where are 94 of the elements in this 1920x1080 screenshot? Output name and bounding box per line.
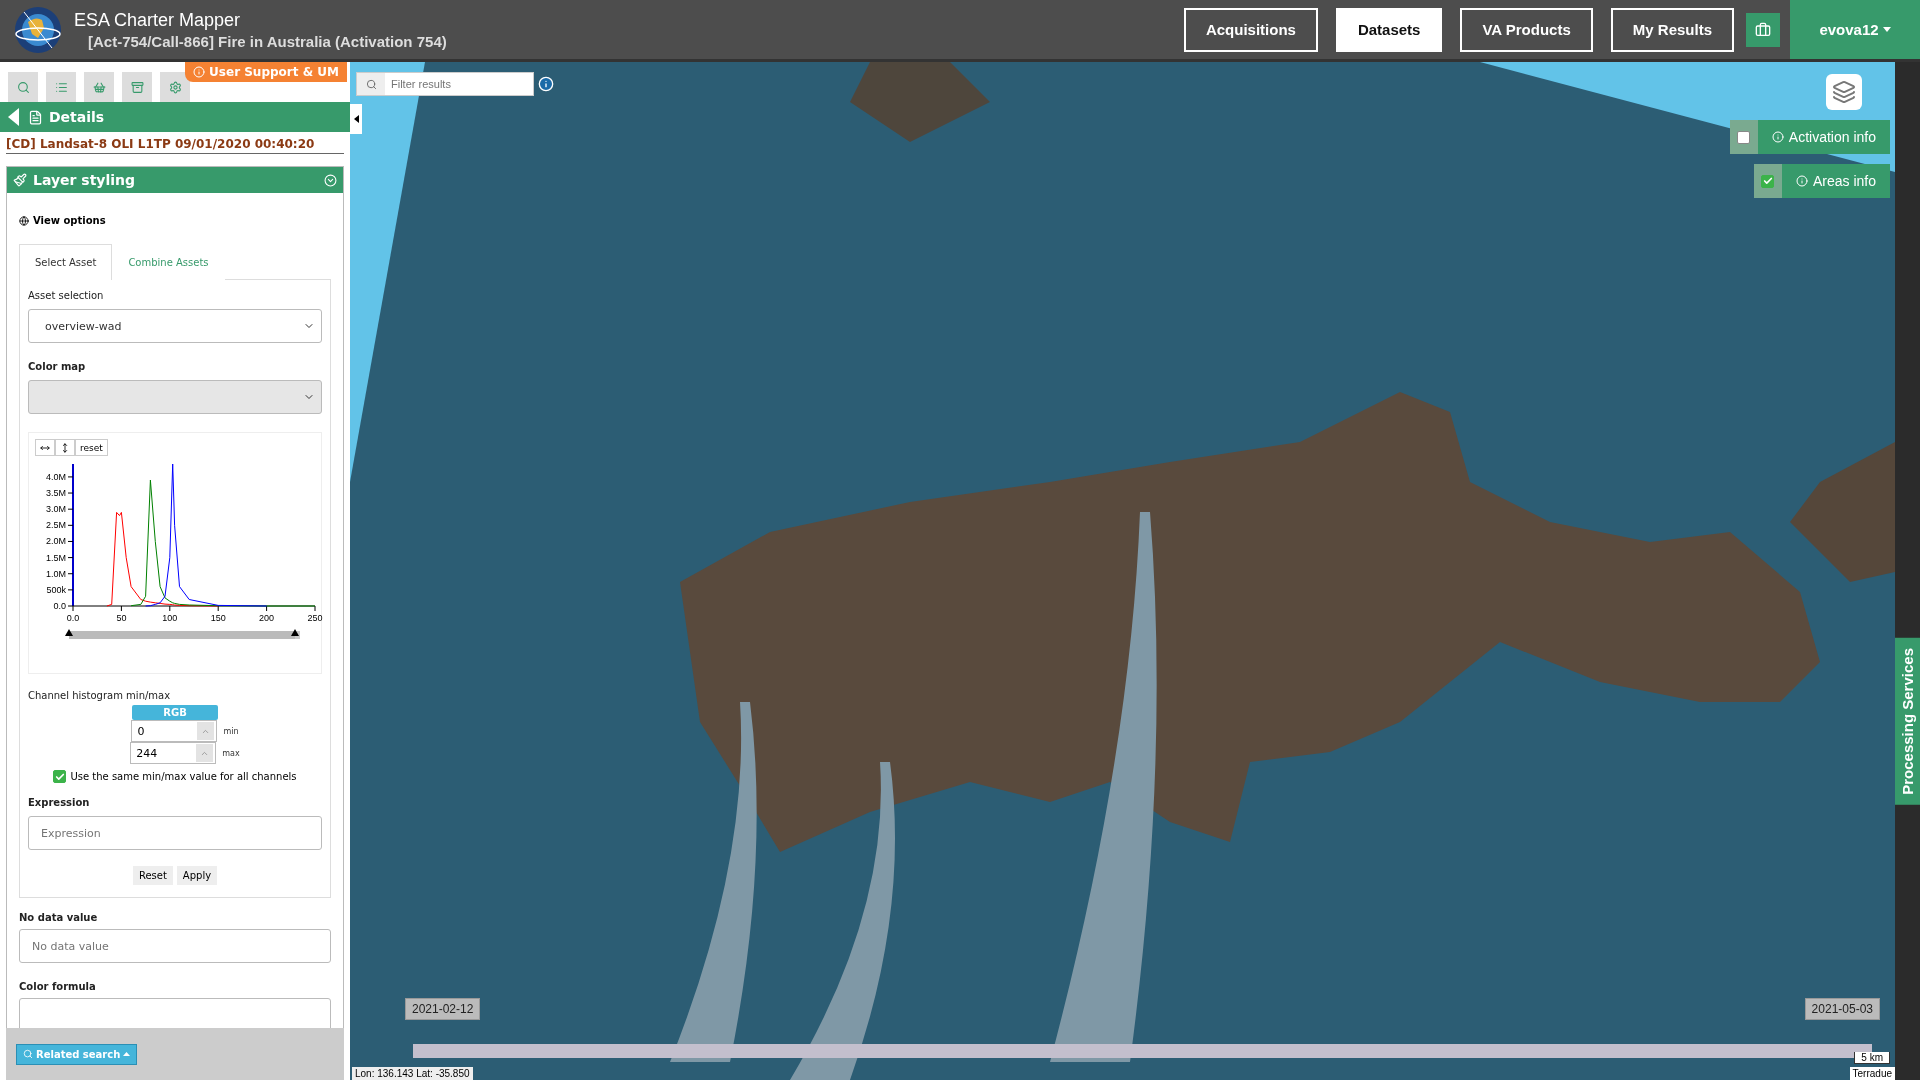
nav-tab[interactable]: Acquisitions xyxy=(1183,7,1318,52)
layers-button[interactable] xyxy=(1826,74,1862,110)
back-button[interactable] xyxy=(8,108,22,126)
filter-box[interactable]: Filter results xyxy=(356,72,534,96)
activation-title: [Act-754/Call-866] Fire in Australia (Activation 754) xyxy=(87,32,447,50)
caret-icon xyxy=(123,1052,131,1056)
y-tick-label: 3.5M xyxy=(46,488,66,499)
info-icon xyxy=(193,66,206,78)
y-tick-label: 1.0M xyxy=(46,568,66,579)
toolbar-button[interactable] xyxy=(160,72,190,102)
check-icon xyxy=(1762,176,1773,186)
asset-tab[interactable]: Select Asset xyxy=(19,244,113,280)
panel-title: Layer styling xyxy=(33,172,137,188)
check-icon xyxy=(54,771,65,782)
toolbar-button[interactable] xyxy=(8,72,38,102)
archive-icon xyxy=(130,80,144,94)
search-icon xyxy=(16,80,30,94)
y-tick-label: 2.5M xyxy=(46,520,66,531)
x-tick-label: 50 xyxy=(116,613,127,623)
x-tick-label: 100 xyxy=(162,613,178,623)
info-icon xyxy=(1771,131,1784,143)
y-tick-label: 4.0M xyxy=(46,471,66,482)
checkbox-label: Use the same min/max value for all channels xyxy=(70,771,297,782)
app-title: ESA Charter Mapper xyxy=(74,9,242,31)
y-tick-label: 3.0M xyxy=(46,504,66,515)
y-tick-label: 1.5M xyxy=(46,552,66,563)
action-button[interactable]: Apply xyxy=(176,866,218,885)
globe-icon xyxy=(19,215,29,226)
number-field-label: min xyxy=(223,726,239,736)
number-field-label: max xyxy=(222,748,240,758)
no-data-field[interactable]: No data value xyxy=(19,929,331,963)
checkbox[interactable] xyxy=(1761,174,1775,188)
list-icon xyxy=(54,80,68,94)
basket-icon xyxy=(92,80,106,94)
y-tick-label: 0.0 xyxy=(53,601,66,611)
expression-label: Expression xyxy=(28,797,91,808)
horizontal-zoom-button[interactable] xyxy=(35,439,55,456)
nav-tab[interactable]: My Results xyxy=(1610,7,1734,52)
expression-field[interactable]: Expression xyxy=(28,816,322,850)
number-field[interactable]: 244 xyxy=(130,742,217,764)
timeline-end-date: 2021-05-03 xyxy=(1804,998,1880,1020)
document-icon xyxy=(28,109,43,125)
vertical-zoom-button[interactable] xyxy=(55,439,75,456)
x-tick-label: 0.0 xyxy=(66,613,80,623)
attribution-text: Terradue xyxy=(1849,1067,1895,1080)
overlay-button[interactable]: Activation info xyxy=(1757,120,1890,154)
user-menu[interactable]: evova12 xyxy=(1790,0,1920,59)
timeline-start-date: 2021-02-12 xyxy=(405,998,481,1020)
settings-icon xyxy=(168,80,182,94)
search-icon xyxy=(365,78,377,90)
x-tick-label: 250 xyxy=(307,613,323,623)
asset-selection-label: Asset selection xyxy=(28,290,105,301)
details-title: Details xyxy=(49,109,105,125)
nav-tab[interactable]: Datasets xyxy=(1335,7,1443,52)
y-tick-label: 500k xyxy=(46,584,66,595)
scale-bar: 5 km xyxy=(1854,1052,1890,1064)
toolbar-button[interactable] xyxy=(84,72,114,102)
caret-icon xyxy=(353,115,359,123)
x-tick-label: 150 xyxy=(210,613,226,623)
color-map-label: Color map xyxy=(28,361,87,372)
action-button[interactable]: Reset xyxy=(132,866,173,885)
toolbar-button[interactable] xyxy=(46,72,76,102)
checkbox[interactable] xyxy=(1737,130,1751,144)
search-icon xyxy=(23,1049,33,1059)
overlay-button[interactable]: Areas info xyxy=(1781,164,1890,198)
info-icon[interactable] xyxy=(538,76,554,92)
vertical-arrows-icon xyxy=(60,442,70,453)
processing-services-tab[interactable]: Processing Services xyxy=(1895,637,1920,805)
collapse-sidebar-button[interactable] xyxy=(350,104,362,134)
checkbox[interactable] xyxy=(53,770,67,783)
toolbar-button[interactable] xyxy=(122,72,152,102)
caret-icon xyxy=(1882,27,1891,32)
number-field[interactable]: 0 xyxy=(131,720,218,742)
reset-zoom-button[interactable]: reset xyxy=(75,439,108,456)
asset-select[interactable]: overview-wad xyxy=(28,309,322,343)
no-data-label: No data value xyxy=(19,912,99,923)
globe-logo-icon xyxy=(14,5,62,54)
back-arrow-icon xyxy=(8,108,20,126)
info-icon xyxy=(1795,175,1808,187)
color-formula-label: Color formula xyxy=(19,981,97,992)
collapse-icon[interactable] xyxy=(324,173,337,187)
view-options-label: View options xyxy=(33,215,106,226)
channel-label: Channel histogram min/max xyxy=(28,690,172,701)
color-map-select[interactable] xyxy=(28,380,322,414)
brush-icon xyxy=(13,173,27,187)
nav-tab[interactable]: VA Products xyxy=(1460,7,1593,52)
color-formula-field[interactable] xyxy=(19,998,331,1028)
layers-icon xyxy=(1832,80,1856,104)
briefcase-icon xyxy=(1755,21,1771,38)
coordinates-readout: Lon: 136.143 Lat: -35.850 xyxy=(352,1067,473,1080)
y-tick-label: 2.0M xyxy=(46,536,66,547)
x-tick-label: 200 xyxy=(259,613,275,623)
product-title: [CD] Landsat-8 OLI L1TP 09/01/2020 00:40:20 xyxy=(6,137,344,154)
briefcase-button[interactable] xyxy=(1746,12,1780,47)
